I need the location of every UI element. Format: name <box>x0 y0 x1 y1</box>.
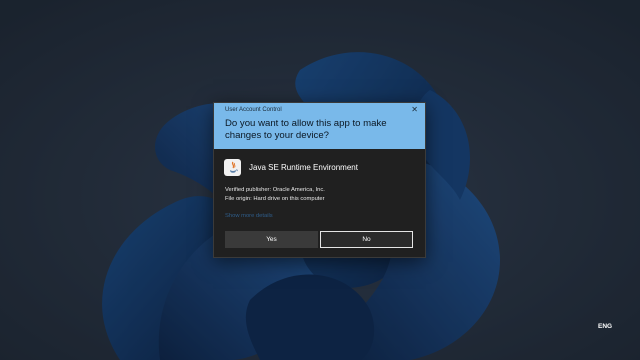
close-icon[interactable]: ✕ <box>411 105 418 114</box>
uac-header: User Account Control ✕ Do you want to al… <box>214 103 425 149</box>
app-row: Java SE Runtime Environment <box>224 158 358 176</box>
publisher-text: Verified publisher: Oracle America, Inc. <box>225 187 325 193</box>
yes-button[interactable]: Yes <box>225 231 318 248</box>
no-button[interactable]: No <box>320 231 413 248</box>
uac-dialog: User Account Control ✕ Do you want to al… <box>213 102 426 258</box>
dialog-question: Do you want to allow this app to make ch… <box>225 118 387 141</box>
app-name: Java SE Runtime Environment <box>249 162 358 172</box>
java-app-icon <box>224 158 241 176</box>
origin-text: File origin: Hard drive on this computer <box>225 196 325 202</box>
dialog-title: User Account Control <box>225 107 282 113</box>
language-indicator[interactable]: ENG <box>598 323 612 330</box>
show-more-details-link[interactable]: Show more details <box>225 213 273 219</box>
app-info: Verified publisher: Oracle America, Inc.… <box>225 186 325 204</box>
